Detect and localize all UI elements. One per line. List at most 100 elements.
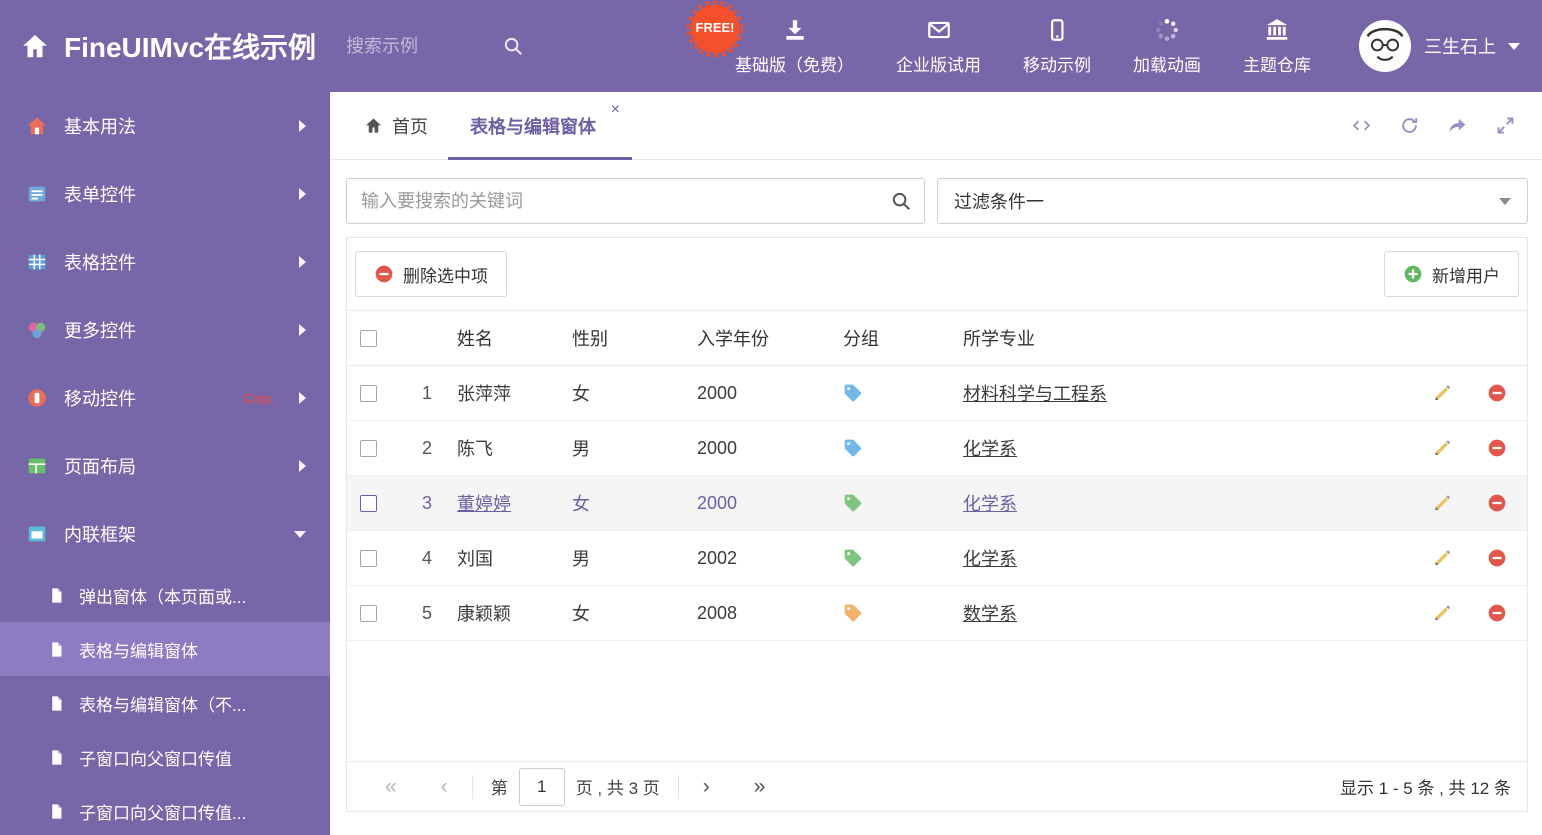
- main: 首页 表格与编辑窗体 × 过滤条件一: [330, 92, 1542, 835]
- sidebar-subitem-popup-window[interactable]: 弹出窗体（本页面或...: [0, 568, 330, 622]
- row-number: 3: [421, 492, 432, 513]
- sidebar-item-layout[interactable]: 页面布局: [0, 432, 330, 500]
- sidebar-item-mobile[interactable]: 移动控件 Corp.: [0, 364, 330, 432]
- mobile-icon: [1044, 17, 1070, 43]
- row-checkbox[interactable]: [360, 384, 377, 402]
- sidebar-subitem-grid-edit-window-2[interactable]: 表格与编辑窗体（不...: [0, 676, 330, 730]
- major-link[interactable]: 化学系: [963, 435, 1017, 461]
- sidebar-item-basic[interactable]: 基本用法: [0, 92, 330, 160]
- major-link[interactable]: 数学系: [963, 600, 1017, 626]
- row-checkbox[interactable]: [360, 439, 377, 457]
- tab-grid-edit-window[interactable]: 表格与编辑窗体 ×: [448, 92, 632, 160]
- student-name: 董婷婷: [457, 494, 511, 514]
- delete-selected-label: 删除选中项: [403, 266, 488, 286]
- edit-icon[interactable]: [1432, 383, 1452, 403]
- sidebar-subitem-label: 表格与编辑窗体（不...: [79, 695, 247, 715]
- table-row[interactable]: 1 张萍萍 女 2000 材料科学与工程系: [347, 366, 1527, 421]
- header-search-input[interactable]: [344, 34, 495, 58]
- row-checkbox[interactable]: [360, 494, 377, 512]
- table-row[interactable]: 2 陈飞 男 2000 化学系: [347, 421, 1527, 476]
- page-number-input[interactable]: [518, 767, 565, 806]
- year-cell: 2000: [697, 492, 738, 513]
- sidebar-subitem-child-to-parent[interactable]: 子窗口向父窗口传值: [0, 730, 330, 784]
- major-link[interactable]: 化学系: [963, 490, 1017, 516]
- sidebar-item-more[interactable]: 更多控件: [0, 296, 330, 364]
- sidebar-subitem-label: 子窗口向父窗口传值...: [79, 803, 247, 823]
- select-all-checkbox[interactable]: [360, 329, 377, 347]
- tab-active-label: 表格与编辑窗体: [470, 116, 596, 137]
- year-cell: 2000: [697, 437, 738, 458]
- nav-item-enterprise-trial[interactable]: 企业版试用: [875, 17, 1002, 76]
- nav-item-label: 企业版试用: [896, 55, 981, 75]
- edit-icon[interactable]: [1432, 548, 1452, 568]
- share-icon[interactable]: [1447, 115, 1468, 136]
- header-cell: 入学年份: [697, 329, 769, 349]
- edit-icon[interactable]: [1432, 493, 1452, 513]
- header-search: [344, 34, 524, 58]
- gender-cell: 女: [572, 494, 590, 514]
- sidebar-item-iframe[interactable]: 内联框架: [0, 500, 330, 568]
- edit-icon[interactable]: [1432, 438, 1452, 458]
- keyword-search-input[interactable]: [346, 178, 925, 224]
- add-user-button[interactable]: 新增用户: [1384, 251, 1519, 297]
- avatar: [1358, 19, 1412, 73]
- header-nav: 基础版（免费） 企业版试用 移动示例 加载动画 主题仓库: [714, 17, 1332, 76]
- page-prefix-label: 第: [490, 779, 508, 798]
- delete-icon[interactable]: [1487, 383, 1507, 403]
- first-page-button[interactable]: «: [363, 775, 419, 799]
- major-link[interactable]: 化学系: [963, 545, 1017, 571]
- nav-item-loading-anim[interactable]: 加载动画: [1112, 17, 1222, 76]
- row-number: 4: [421, 547, 432, 568]
- chevron-right-icon: [299, 392, 306, 404]
- table-row[interactable]: 3 董婷婷 女 2000 化学系: [347, 476, 1527, 531]
- student-name: 陈飞: [457, 439, 493, 459]
- row-checkbox[interactable]: [360, 604, 377, 622]
- delete-selected-button[interactable]: 删除选中项: [355, 251, 507, 297]
- major-link[interactable]: 材料科学与工程系: [963, 380, 1107, 406]
- sidebar-subitem-grid-edit-window[interactable]: 表格与编辑窗体: [0, 622, 330, 676]
- sidebar-item-label: 页面布局: [64, 457, 136, 477]
- sidebar-item-label: 表单控件: [64, 185, 136, 205]
- chevron-right-icon: [299, 120, 306, 132]
- next-page-button[interactable]: ›: [681, 775, 732, 799]
- filter-dropdown[interactable]: 过滤条件一: [937, 178, 1528, 224]
- refresh-icon[interactable]: [1399, 115, 1420, 136]
- sidebar-subitem-child-to-parent-2[interactable]: 子窗口向父窗口传值...: [0, 784, 330, 835]
- student-name: 张萍萍: [457, 384, 511, 404]
- header-cell: 性别: [572, 329, 608, 349]
- prev-page-button[interactable]: ‹: [419, 775, 470, 799]
- delete-icon[interactable]: [1487, 438, 1507, 458]
- corp-badge: Corp.: [243, 390, 275, 406]
- tag-icon: [843, 493, 863, 513]
- sidebar-item-grid[interactable]: 表格控件: [0, 228, 330, 296]
- user-menu[interactable]: 三生石上: [1332, 19, 1542, 73]
- nav-item-theme-store[interactable]: 主题仓库: [1222, 17, 1332, 76]
- row-checkbox[interactable]: [360, 549, 377, 567]
- tab-tools: [1351, 92, 1542, 159]
- table-row[interactable]: 4 刘国 男 2002 化学系: [347, 531, 1527, 586]
- brand[interactable]: FineUIMvc在线示例: [0, 26, 316, 66]
- sidebar-subitem-label: 表格与编辑窗体: [79, 641, 198, 661]
- expand-icon[interactable]: [1495, 115, 1516, 136]
- tab-bar: 首页 表格与编辑窗体 ×: [330, 92, 1542, 160]
- tab-close-icon[interactable]: ×: [611, 102, 620, 118]
- tab-home[interactable]: 首页: [344, 92, 448, 159]
- year-cell: 2000: [697, 382, 738, 403]
- grid-empty-area: [347, 641, 1527, 761]
- table-row[interactable]: 5 康颖颖 女 2008 数学系: [347, 586, 1527, 641]
- search-icon[interactable]: [502, 35, 524, 57]
- delete-icon[interactable]: [1487, 548, 1507, 568]
- delete-icon[interactable]: [1487, 493, 1507, 513]
- nav-item-label: 移动示例: [1023, 55, 1091, 75]
- nav-item-mobile-demo[interactable]: 移动示例: [1002, 17, 1112, 76]
- last-page-button[interactable]: »: [732, 775, 788, 799]
- row-number: 5: [421, 602, 432, 623]
- search-icon[interactable]: [890, 190, 912, 212]
- free-badge: FREE!: [686, 0, 744, 58]
- sidebar-item-form[interactable]: 表单控件: [0, 160, 330, 228]
- code-icon[interactable]: [1351, 115, 1372, 136]
- header-select-cell: [347, 329, 397, 347]
- grid-body: 1 张萍萍女 2000 材料科学与工程系 2 陈飞男 2000 化学系 3 董婷婷女 2000 化学系…: [347, 366, 1527, 641]
- edit-icon[interactable]: [1432, 603, 1452, 623]
- delete-icon[interactable]: [1487, 603, 1507, 623]
